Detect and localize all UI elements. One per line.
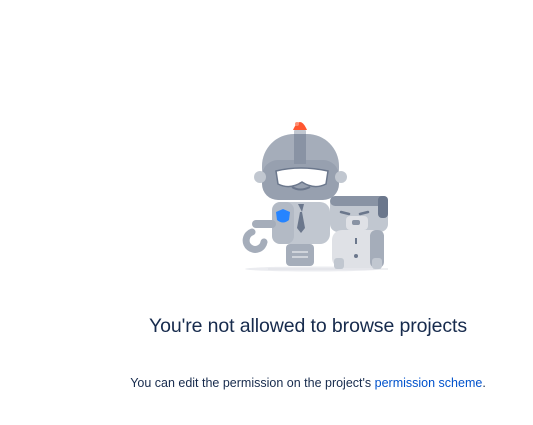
message-suffix-text: . — [482, 376, 486, 390]
empty-state-title: You're not allowed to browse projects — [149, 315, 467, 337]
robot-and-dog-icon — [242, 122, 388, 272]
empty-state-message: You can edit the permission on the proje… — [0, 376, 533, 390]
empty-state-page: You're not allowed to browse projects Yo… — [0, 0, 533, 425]
message-prefix-text: You can edit the permission on the proje… — [130, 376, 375, 390]
permission-scheme-link[interactable]: permission scheme — [375, 376, 483, 390]
